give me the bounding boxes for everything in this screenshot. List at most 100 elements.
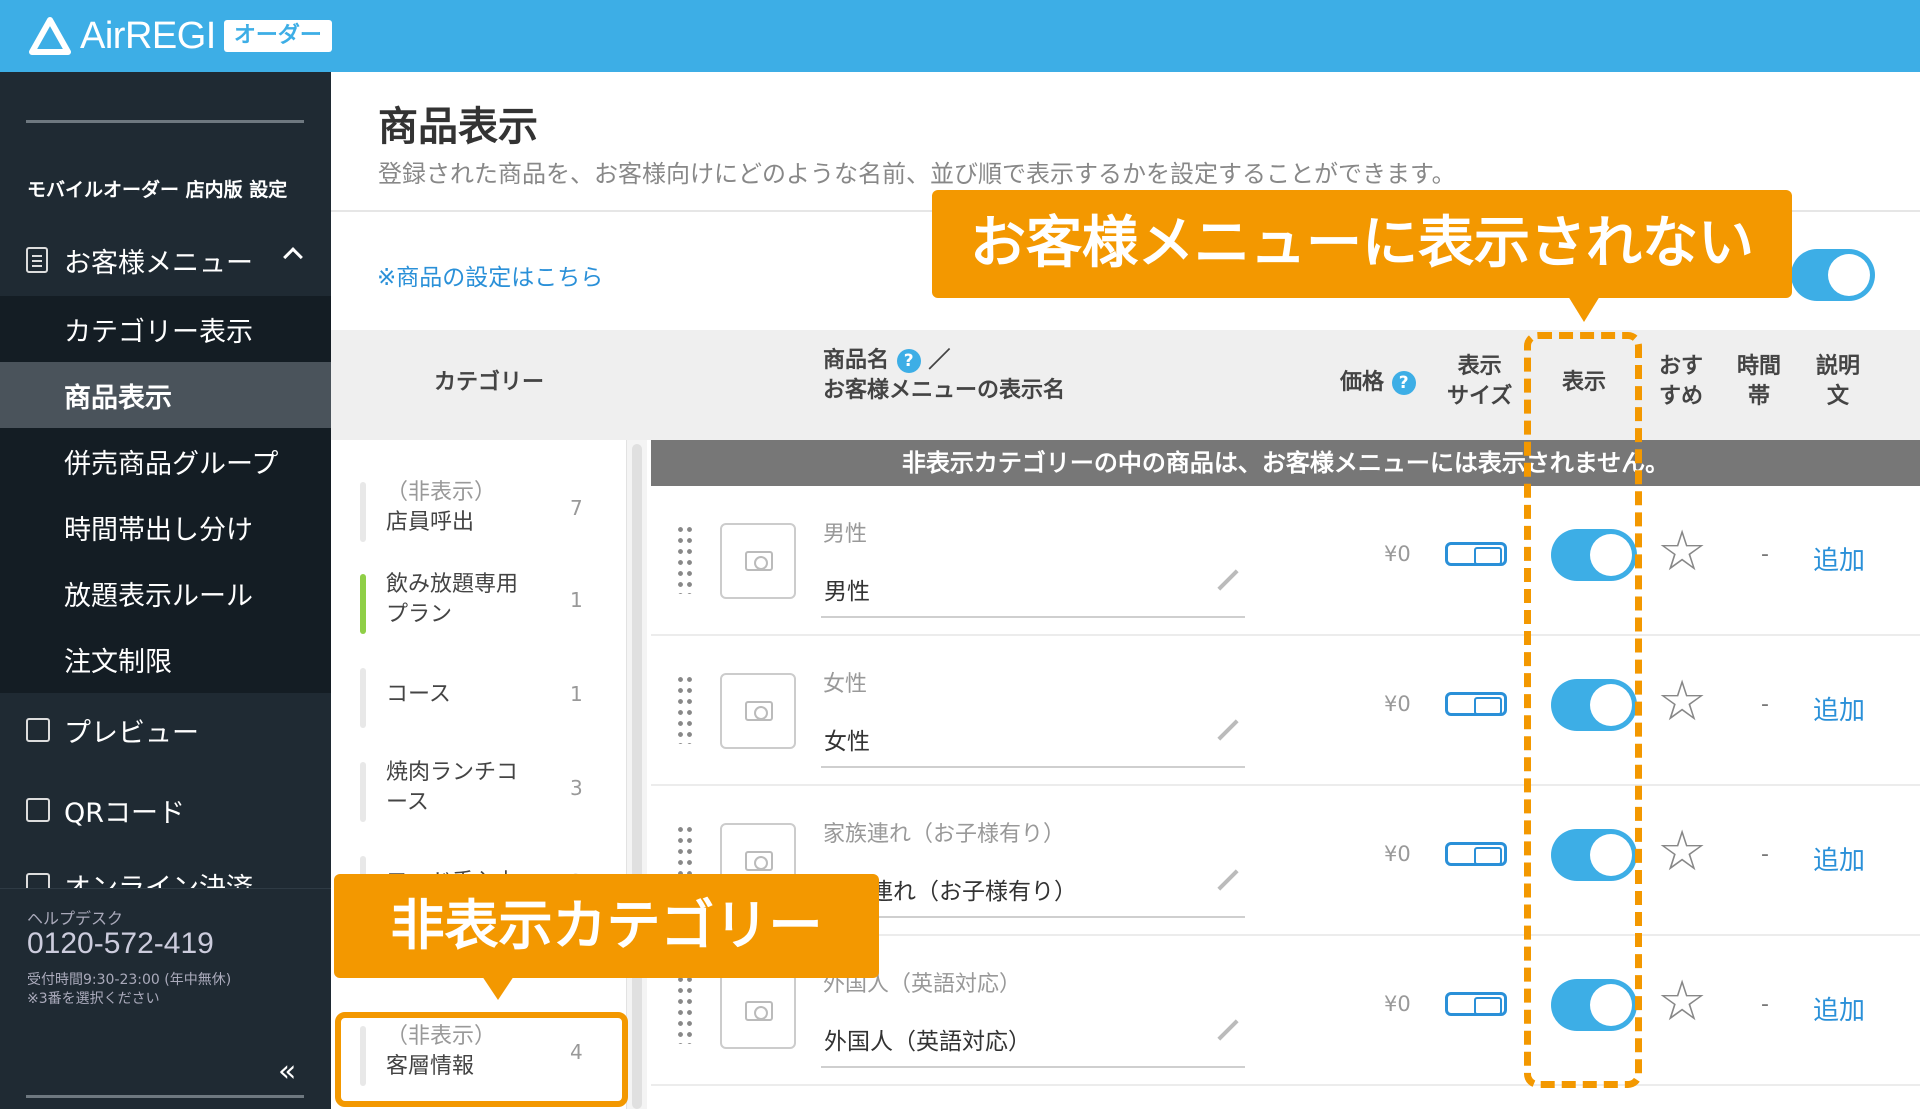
display-size-icon[interactable] — [1445, 542, 1507, 566]
product-settings-link[interactable]: ※商品の設定はこちら — [377, 258, 603, 292]
helpdesk-label: ヘルプデスク — [27, 909, 124, 928]
category-item[interactable]: コース 1 — [360, 662, 600, 734]
display-name-input[interactable]: 外国人（英語対応） — [821, 1012, 1245, 1068]
sidebar-divider — [26, 120, 304, 123]
camera-icon — [745, 701, 773, 721]
category-scrollbar-thumb[interactable] — [632, 444, 642, 1109]
drag-handle-icon[interactable] — [676, 524, 694, 594]
helpdesk-hours: 受付時間9:30-23:00 (年中無休) ※3番を選択ください — [27, 972, 232, 1007]
display-name-input[interactable]: 家族連れ（お子様有り） — [821, 862, 1245, 918]
add-description-link[interactable]: 追加 — [1813, 540, 1865, 577]
drag-handle-icon[interactable] — [676, 974, 694, 1044]
sidebar-item-preview[interactable]: プレビュー — [0, 695, 331, 765]
sidebar-item-product-display[interactable]: 商品表示 — [0, 362, 331, 428]
product-name: 家族連れ（お子様有り） — [823, 822, 1066, 847]
help-question-icon[interactable]: ? — [896, 349, 921, 373]
add-description-link[interactable]: 追加 — [1813, 990, 1865, 1027]
table-row: 女性 女性 ¥0 ☆ - 追加 — [651, 636, 1920, 786]
table-row: 男性 男性 ¥0 ☆ - 追加 — [651, 486, 1920, 636]
menu-head-label: お客様メニュー — [64, 247, 253, 279]
price-value: ¥0 — [1384, 992, 1411, 1016]
table-header: カテゴリー 商品名 ? ／ お客様メニューの表示名 価格 ? 表示 サイズ 表示… — [331, 330, 1920, 440]
time-slot-value: - — [1761, 842, 1769, 867]
display-size-icon[interactable] — [1445, 692, 1507, 716]
add-description-link[interactable]: 追加 — [1813, 690, 1865, 727]
pencil-icon — [1217, 869, 1239, 891]
recommend-star-icon[interactable]: ☆ — [1657, 524, 1707, 580]
category-item[interactable]: 飲み放題専用 プラン 1 — [360, 568, 600, 640]
sidebar-item-cross-sell-group[interactable]: 併売商品グループ — [0, 428, 331, 494]
helpdesk-phone[interactable]: 0120-572-419 — [27, 927, 214, 961]
sidebar-item-unlimited-rule[interactable]: 放題表示ルール — [0, 560, 331, 626]
sidebar-item-qr-code[interactable]: QRコード — [0, 775, 331, 845]
category-item[interactable]: 焼肉ランチコ ース 3 — [360, 756, 600, 828]
hidden-category-highlight — [335, 1012, 628, 1107]
camera-icon — [745, 1001, 773, 1021]
logo-text: AirREGI — [80, 14, 216, 57]
photo-upload-button[interactable] — [720, 673, 796, 749]
callout-not-shown: お客様メニューに表示されない — [932, 190, 1792, 298]
callout-top-pointer — [1568, 296, 1600, 322]
photo-upload-button[interactable] — [720, 523, 796, 599]
pencil-icon — [1217, 1019, 1239, 1041]
header-recommend: おす すめ — [1659, 354, 1704, 409]
header-display-size: 表示 サイズ — [1447, 354, 1513, 409]
drag-handle-icon[interactable] — [676, 674, 694, 744]
product-name: 男性 — [823, 522, 868, 547]
preview-icon — [26, 718, 50, 742]
camera-icon — [745, 551, 773, 571]
header-product-name: 商品名 ? ／ お客様メニューの表示名 — [823, 348, 1066, 403]
price-help-icon[interactable]: ? — [1391, 371, 1416, 395]
chevron-up-icon — [283, 247, 303, 267]
page-description: 登録された商品を、お客様向けにどのような名前、並び順で表示するかを設定することが… — [378, 160, 1456, 188]
camera-icon — [745, 851, 773, 871]
header-category: カテゴリー — [434, 370, 545, 395]
menu-document-icon — [26, 247, 48, 273]
add-description-link[interactable]: 追加 — [1813, 840, 1865, 877]
header-description: 説明 文 — [1816, 354, 1861, 409]
display-name-input[interactable]: 女性 — [821, 712, 1245, 768]
display-name-input[interactable]: 男性 — [821, 562, 1245, 618]
collapse-sidebar-icon[interactable]: « — [278, 1054, 296, 1089]
display-size-icon[interactable] — [1445, 842, 1507, 866]
category-color-bar — [360, 482, 366, 542]
category-color-bar — [360, 574, 366, 634]
category-color-bar — [360, 762, 366, 822]
sidebar-item-time-slot[interactable]: 時間帯出し分け — [0, 494, 331, 560]
category-item[interactable]: （非表示） 店員呼出 7 — [360, 476, 600, 548]
page-title: 商品表示 — [378, 104, 538, 150]
top-bar: AirREGI オーダー — [0, 0, 1920, 72]
bulk-display-toggle[interactable] — [1791, 249, 1875, 301]
recommend-star-icon[interactable]: ☆ — [1657, 974, 1707, 1030]
sidebar-submenu: カテゴリー表示 商品表示 併売商品グループ 時間帯出し分け 放題表示ルール 注文… — [0, 296, 331, 693]
airregi-logo[interactable]: AirREGI オーダー — [28, 14, 332, 58]
hidden-category-banner: 非表示カテゴリーの中の商品は、お客様メニューには表示されません。 — [651, 440, 1920, 486]
callout-left-pointer — [482, 976, 514, 1000]
category-list: （非表示） 店員呼出 7 飲み放題専用 プラン 1 コース 1 焼肉ランチコ ース 3… — [331, 440, 627, 1109]
header-time-slot: 時間 帯 — [1737, 354, 1782, 409]
time-slot-value: - — [1761, 692, 1769, 717]
callout-hidden-category: 非表示カテゴリー — [334, 874, 879, 978]
price-value: ¥0 — [1384, 842, 1411, 866]
time-slot-value: - — [1761, 992, 1769, 1017]
display-column-highlight — [1524, 332, 1642, 1088]
airregi-triangle-icon — [29, 17, 71, 55]
price-value: ¥0 — [1384, 542, 1411, 566]
photo-upload-button[interactable] — [720, 973, 796, 1049]
recommend-star-icon[interactable]: ☆ — [1657, 824, 1707, 880]
sidebar-item-category-display[interactable]: カテゴリー表示 — [0, 296, 331, 362]
recommend-star-icon[interactable]: ☆ — [1657, 674, 1707, 730]
display-size-icon[interactable] — [1445, 992, 1507, 1016]
qr-code-icon — [26, 798, 50, 822]
sidebar-section-title: モバイルオーダー 店内版 設定 — [27, 179, 288, 201]
category-color-bar — [360, 668, 366, 728]
logo-badge: オーダー — [223, 20, 332, 52]
product-name: 女性 — [823, 672, 868, 697]
header-price: 価格 ? — [1340, 368, 1416, 398]
sidebar-divider-bottom — [26, 1095, 304, 1098]
sidebar-menu-customer-menu[interactable]: お客様メニュー — [0, 224, 331, 296]
pencil-icon — [1217, 719, 1239, 741]
sidebar-item-order-limit[interactable]: 注文制限 — [0, 626, 331, 692]
pencil-icon — [1217, 569, 1239, 591]
sidebar: モバイルオーダー 店内版 設定 お客様メニュー カテゴリー表示 商品表示 併売商… — [0, 72, 331, 1109]
